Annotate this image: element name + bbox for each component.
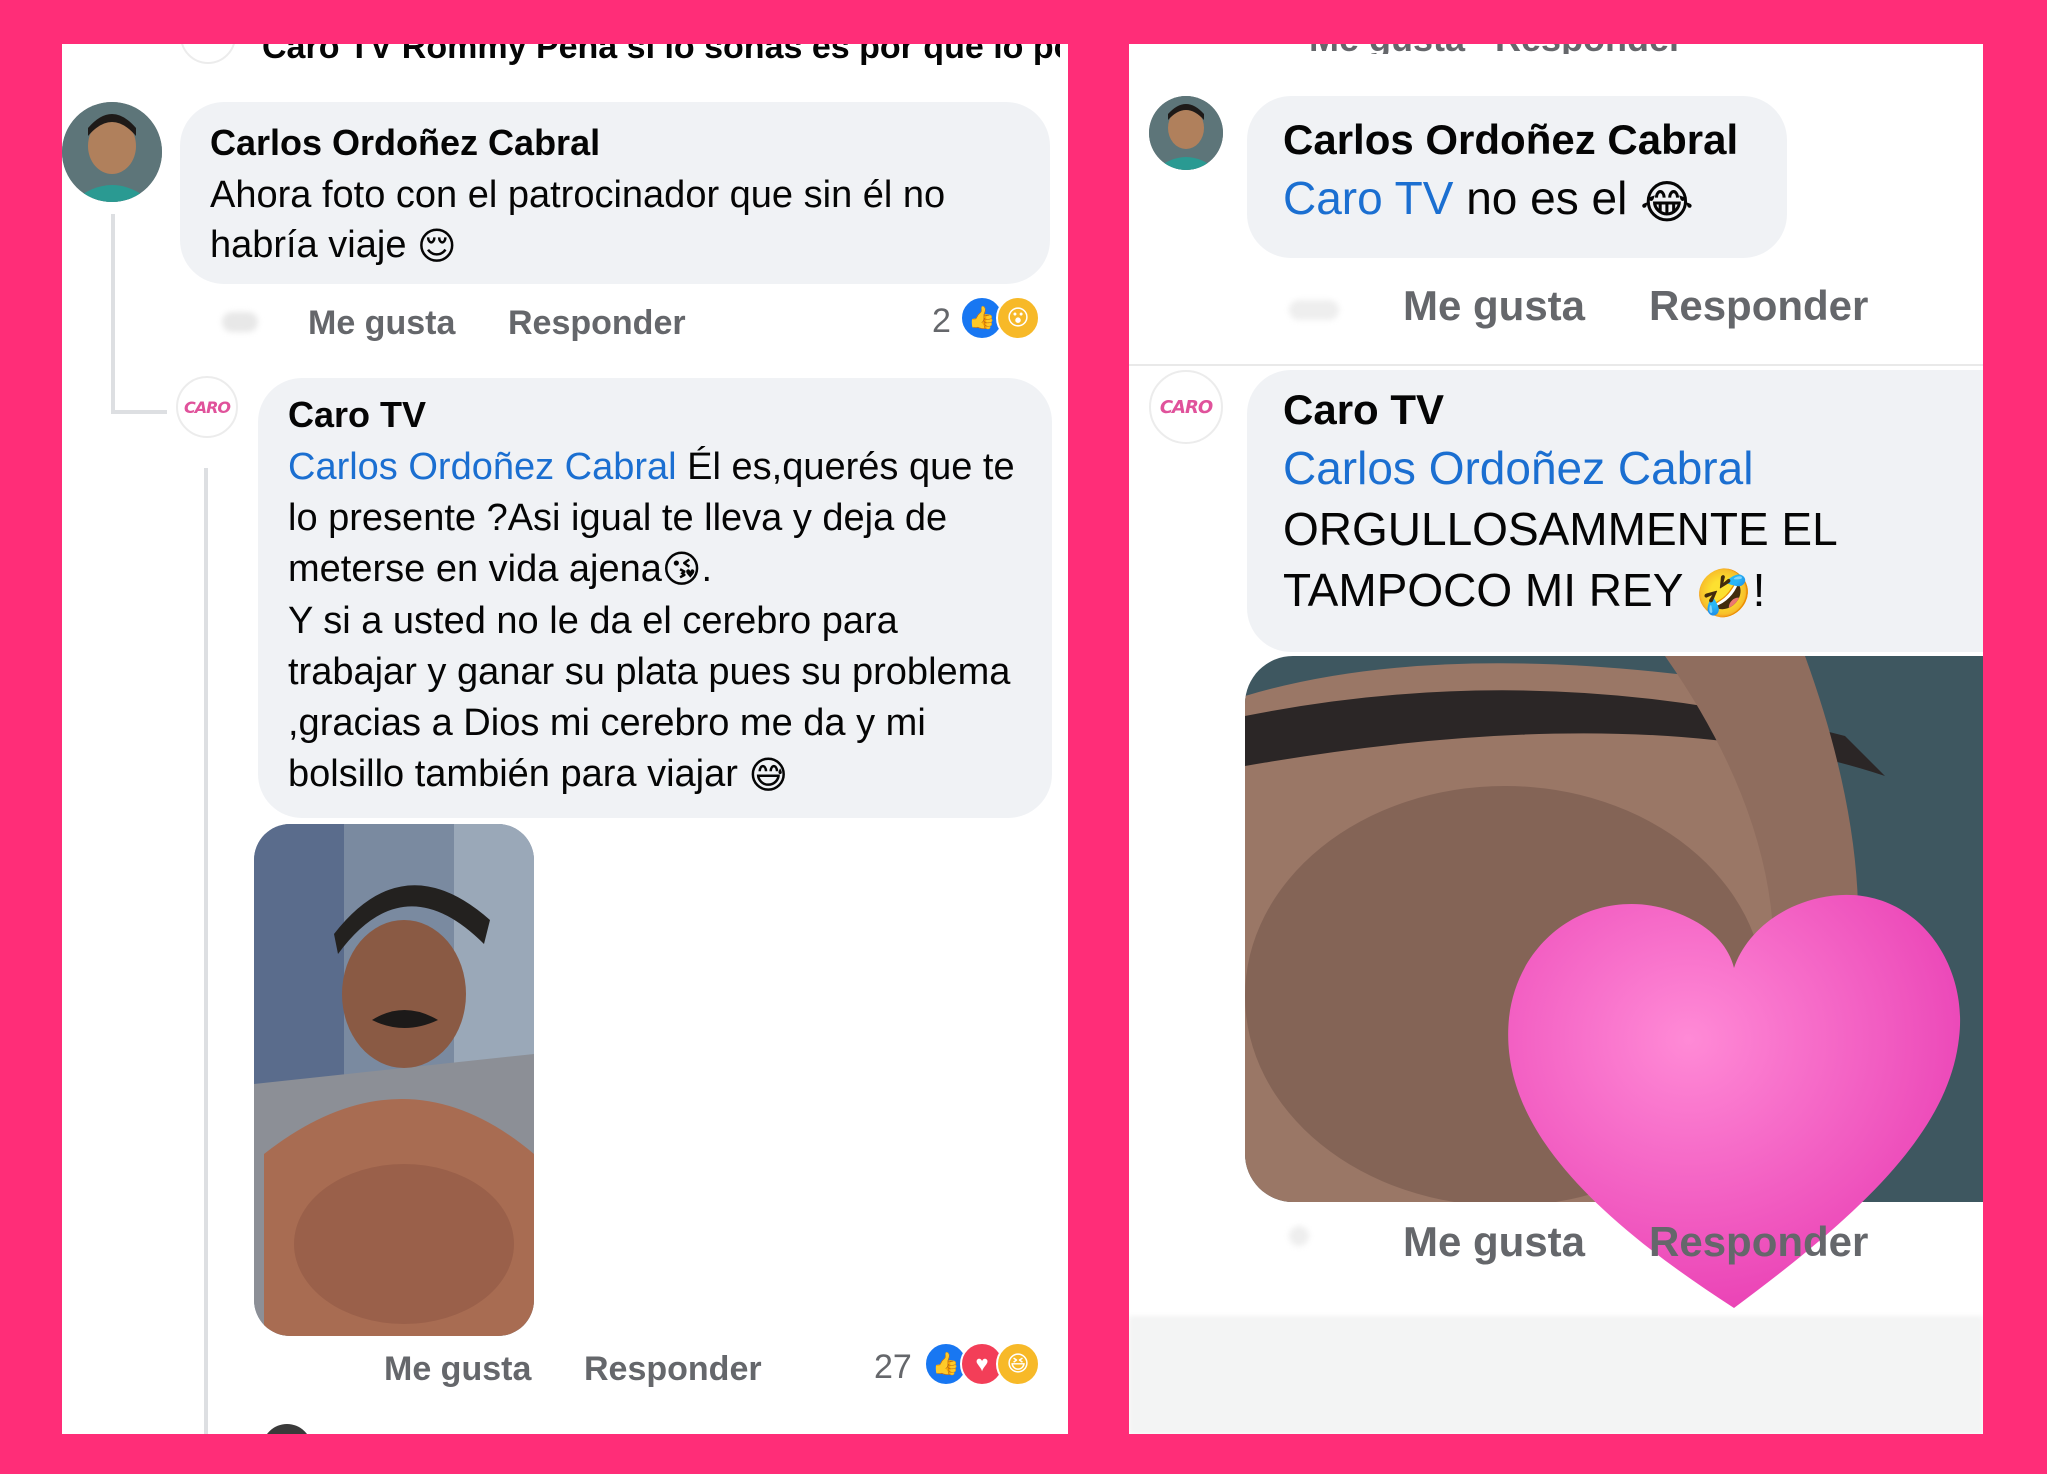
- caro-tv-avatar[interactable]: CARO: [1149, 370, 1223, 444]
- caro-tv-avatar[interactable]: CARO: [180, 44, 236, 64]
- like-button[interactable]: Me gusta: [308, 304, 455, 343]
- carlos-avatar[interactable]: [1149, 96, 1223, 170]
- wow-icon: 😮: [996, 296, 1040, 340]
- reply-text: Carlos Ordoñez Cabral ORGULLOSAMMENTE EL…: [1283, 438, 1983, 624]
- comment-bubble-carlos-1: Carlos Ordoñez Cabral Ahora foto con el …: [180, 102, 1050, 284]
- comment-author[interactable]: Carlos Ordoñez Cabral: [1283, 116, 1751, 164]
- previous-comment-cut: CARO Caro TV Rommy Peña si lo soñas es p…: [180, 44, 1060, 68]
- thread-connector-reply: [204, 468, 208, 1434]
- previous-actions-text: Me gusta Responder: [1309, 44, 1683, 54]
- like-button[interactable]: Me gusta: [1403, 282, 1585, 330]
- previous-actions-cut: Me gusta Responder: [1179, 44, 1959, 54]
- comment-body: Ahora foto con el patrocinador que sin é…: [210, 174, 946, 266]
- reply-bubble-caro-1: Caro TV Carlos Ordoñez Cabral Él es,quer…: [258, 378, 1052, 818]
- kiss-face-icon: 😘: [661, 549, 702, 592]
- comment-body: no es el: [1453, 172, 1628, 224]
- rolling-laughing-icon: 🤣: [1695, 567, 1753, 620]
- reply-line-2: TAMPOCO MI REY: [1283, 564, 1683, 616]
- reply-bubble-caro-2: Caro TV Carlos Ordoñez Cabral ORGULLOSAM…: [1247, 370, 1983, 652]
- divider: [1129, 364, 1983, 366]
- reply-button[interactable]: Responder: [1649, 1218, 1868, 1266]
- haha-icon: 😆: [996, 1342, 1040, 1386]
- reply-button[interactable]: Responder: [508, 304, 686, 343]
- reply-author[interactable]: Caro TV: [288, 394, 1022, 436]
- grin-sweat-icon: 😅: [748, 754, 789, 797]
- carlos-avatar-photo: [62, 102, 162, 202]
- reply-line-2-end: !: [1752, 564, 1766, 616]
- right-screenshot-panel: Me gusta Responder Carlos Ordoñez Cabral…: [1129, 44, 1983, 1434]
- reply-line-1-end: .: [701, 548, 713, 590]
- mention-link[interactable]: Carlos Ordoñez Cabral: [1283, 442, 1753, 494]
- carlos-avatar-photo: [1149, 96, 1223, 170]
- comment-timestamp-blur: [1289, 300, 1339, 320]
- thread-connector-elbow: [111, 410, 167, 414]
- carlos-avatar[interactable]: [62, 102, 162, 202]
- mention-link[interactable]: Caro TV: [1283, 172, 1453, 224]
- tears-of-joy-icon: 😂: [1640, 175, 1694, 228]
- comment-bubble-carlos-2: Carlos Ordoñez Cabral Caro TV no es el 😂: [1247, 96, 1787, 258]
- like-button[interactable]: Me gusta: [384, 1350, 531, 1389]
- blurred-bottom-area: [1129, 1316, 1983, 1434]
- reply-author[interactable]: Caro TV: [1283, 386, 1983, 434]
- reply-button[interactable]: Responder: [584, 1350, 762, 1389]
- previous-comment-text: Caro TV Rommy Peña si lo soñas es por qu…: [262, 44, 1060, 66]
- reply-line-2: Y si a usted no le da el cerebro para tr…: [288, 600, 1011, 796]
- comment-timestamp-blur: [222, 312, 258, 332]
- left-screenshot-panel: CARO Caro TV Rommy Peña si lo soñas es p…: [62, 44, 1068, 1434]
- mention-link[interactable]: Carlos Ordoñez Cabral: [288, 446, 677, 488]
- photo-man-shirtless: [254, 824, 534, 1336]
- comment-timestamp-blur: [1289, 1226, 1309, 1246]
- reaction-count[interactable]: 27: [874, 1348, 912, 1387]
- comment-author[interactable]: Carlos Ordoñez Cabral: [210, 122, 1020, 164]
- reply-button[interactable]: Responder: [1649, 282, 1868, 330]
- caro-tv-avatar[interactable]: CARO: [176, 376, 238, 438]
- reply-attached-photo[interactable]: [254, 824, 534, 1336]
- like-button[interactable]: Me gusta: [1403, 1218, 1585, 1266]
- next-comment-avatar-cut: [262, 1424, 312, 1434]
- thread-connector: [111, 214, 115, 414]
- reply-line-1: ORGULLOSAMMENTE EL: [1283, 503, 1838, 555]
- relieved-face-icon: 😌: [417, 225, 457, 268]
- reaction-count[interactable]: 2: [932, 302, 951, 341]
- reply-text: Carlos Ordoñez Cabral Él es,querés que t…: [288, 442, 1022, 802]
- comment-text: Caro TV no es el 😂: [1283, 168, 1751, 232]
- comment-text: Ahora foto con el patrocinador que sin é…: [210, 170, 1020, 272]
